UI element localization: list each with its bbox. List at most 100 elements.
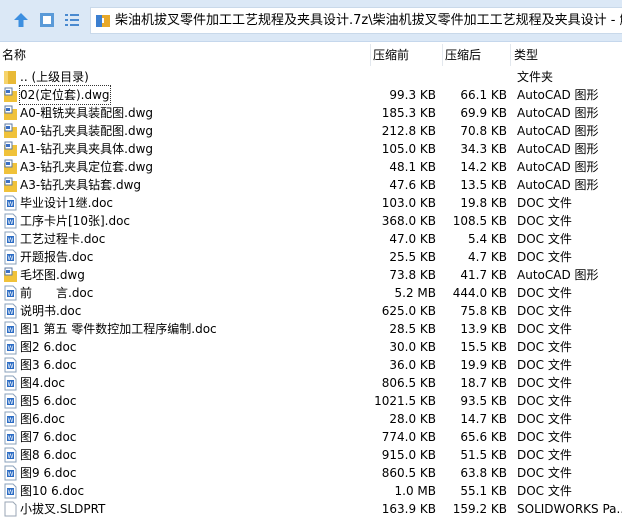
list-view-icon[interactable] [63, 11, 81, 29]
file-name: 图9 6.doc [20, 466, 77, 480]
file-name: 图10 6.doc [20, 484, 85, 498]
svg-text:W: W [8, 435, 14, 442]
file-row[interactable]: .. (上级目录) 文件夹 [0, 68, 622, 86]
address-bar[interactable]: 柴油机拔叉零件加工工艺规程及夹具设计.7z\柴油机拔叉零件加工工艺规程及夹具设计… [90, 7, 622, 34]
file-name: 图1 第五 零件数控加工程序编制.doc [20, 322, 217, 336]
file-name: 图6.doc [20, 412, 66, 426]
size-before: 25.5 KB [389, 250, 436, 264]
doc-icon: W [3, 321, 18, 337]
file-type: AutoCAD 图形 [517, 88, 599, 102]
file-row[interactable]: W 工序卡片[10张].doc 368.0 KB 108.5 KB DOC 文件 [0, 212, 622, 230]
size-after: 5.4 KB [468, 232, 507, 246]
file-icon [3, 501, 18, 517]
size-before: 860.5 KB [381, 466, 436, 480]
file-type: DOC 文件 [517, 430, 572, 444]
file-row[interactable]: W 图3 6.doc 36.0 KB 19.9 KB DOC 文件 [0, 356, 622, 374]
file-type: SOLIDWORKS Pa... [517, 502, 622, 516]
file-name: A0-粗铣夹具装配图.dwg [20, 106, 154, 120]
file-name: A0-钻孔夹具装配图.dwg [20, 124, 154, 138]
doc-icon: W [3, 285, 18, 301]
file-type: DOC 文件 [517, 232, 572, 246]
file-row[interactable]: A0-粗铣夹具装配图.dwg 185.3 KB 69.9 KB AutoCAD 图形 [0, 104, 622, 122]
file-name: 工序卡片[10张].doc [20, 214, 131, 228]
file-row[interactable]: W 图10 6.doc 1.0 MB 55.1 KB DOC 文件 [0, 482, 622, 500]
size-after: 4.7 KB [468, 250, 507, 264]
file-row[interactable]: W 开题报告.doc 25.5 KB 4.7 KB DOC 文件 [0, 248, 622, 266]
dwg-icon [3, 141, 18, 157]
file-row[interactable]: W 图1 第五 零件数控加工程序编制.doc 28.5 KB 13.9 KB DOC 文… [0, 320, 622, 338]
size-before: 105.0 KB [381, 142, 436, 156]
svg-text:W: W [8, 219, 14, 226]
svg-text:W: W [8, 363, 14, 370]
file-row[interactable]: 02(定位套).dwg 99.3 KB 66.1 KB AutoCAD 图形 [0, 85, 622, 105]
file-type: AutoCAD 图形 [517, 106, 599, 120]
file-name: 工艺过程卡.doc [20, 232, 106, 246]
size-after: 13.5 KB [460, 178, 507, 192]
file-name: 图5 6.doc [20, 394, 77, 408]
doc-icon: W [3, 465, 18, 481]
file-name: A1-钻孔夹具夹具体.dwg [20, 142, 154, 156]
file-name: 小拔叉.SLDPRT [20, 502, 106, 516]
file-row[interactable]: W 图8 6.doc 915.0 KB 51.5 KB DOC 文件 [0, 446, 622, 464]
file-row[interactable]: W 工艺过程卡.doc 47.0 KB 5.4 KB DOC 文件 [0, 230, 622, 248]
file-type: DOC 文件 [517, 358, 572, 372]
file-name: 开题报告.doc [20, 250, 94, 264]
up-arrow-icon[interactable] [12, 11, 30, 29]
view-icon[interactable] [38, 11, 56, 29]
svg-text:W: W [8, 345, 14, 352]
size-after: 15.5 KB [460, 340, 507, 354]
size-before: 5.2 MB [394, 286, 436, 300]
file-name: 图8 6.doc [20, 448, 77, 462]
file-row[interactable]: W 图5 6.doc 1021.5 KB 93.5 KB DOC 文件 [0, 392, 622, 410]
file-row[interactable]: W 图4.doc 806.5 KB 18.7 KB DOC 文件 [0, 374, 622, 392]
file-row[interactable]: W 图9 6.doc 860.5 KB 63.8 KB DOC 文件 [0, 464, 622, 482]
size-before: 48.1 KB [389, 160, 436, 174]
file-row[interactable]: A3-钻孔夹具定位套.dwg 48.1 KB 14.2 KB AutoCAD 图形 [0, 158, 622, 176]
file-row[interactable]: W 说明书.doc 625.0 KB 75.8 KB DOC 文件 [0, 302, 622, 320]
size-after: 34.3 KB [460, 142, 507, 156]
size-before: 774.0 KB [381, 430, 436, 444]
file-name: 前 言.doc [20, 286, 94, 300]
file-row[interactable]: A1-钻孔夹具夹具体.dwg 105.0 KB 34.3 KB AutoCAD 图形 [0, 140, 622, 158]
file-row[interactable]: W 前 言.doc 5.2 MB 444.0 KB DOC 文件 [0, 284, 622, 302]
file-type: DOC 文件 [517, 250, 572, 264]
file-type: DOC 文件 [517, 484, 572, 498]
file-row[interactable]: W 图6.doc 28.0 KB 14.7 KB DOC 文件 [0, 410, 622, 428]
doc-icon: W [3, 411, 18, 427]
doc-icon: W [3, 483, 18, 499]
size-before: 47.0 KB [389, 232, 436, 246]
file-row[interactable]: 毛坯图.dwg 73.8 KB 41.7 KB AutoCAD 图形 [0, 266, 622, 284]
svg-text:W: W [8, 327, 14, 334]
file-type: DOC 文件 [517, 394, 572, 408]
size-after: 69.9 KB [460, 106, 507, 120]
file-type: DOC 文件 [517, 286, 572, 300]
size-after: 63.8 KB [460, 466, 507, 480]
file-row[interactable]: W 毕业设计1继.doc 103.0 KB 19.8 KB DOC 文件 [0, 194, 622, 212]
file-type: DOC 文件 [517, 322, 572, 336]
file-name: A3-钻孔夹具定位套.dwg [20, 160, 154, 174]
doc-icon: W [3, 231, 18, 247]
doc-icon: W [3, 447, 18, 463]
file-type: DOC 文件 [517, 466, 572, 480]
size-before: 28.0 KB [389, 412, 436, 426]
svg-text:W: W [8, 309, 14, 316]
svg-text:W: W [8, 489, 14, 496]
file-row[interactable]: A3-钻孔夹具钻套.dwg 47.6 KB 13.5 KB AutoCAD 图形 [0, 176, 622, 194]
column-type[interactable]: 类型 [514, 44, 538, 66]
dwg-icon [3, 159, 18, 175]
file-type: DOC 文件 [517, 304, 572, 318]
size-before: 212.8 KB [381, 124, 436, 138]
file-row[interactable]: W 图7 6.doc 774.0 KB 65.6 KB DOC 文件 [0, 428, 622, 446]
size-before: 163.9 KB [381, 502, 436, 516]
file-type: AutoCAD 图形 [517, 142, 599, 156]
column-before[interactable]: 压缩前 [373, 44, 409, 66]
doc-icon: W [3, 357, 18, 373]
file-type: DOC 文件 [517, 376, 572, 390]
column-after[interactable]: 压缩后 [445, 44, 481, 66]
file-row[interactable]: W 图2 6.doc 30.0 KB 15.5 KB DOC 文件 [0, 338, 622, 356]
column-name[interactable]: 名称 [2, 44, 26, 66]
file-row[interactable]: 小拔叉.SLDPRT 163.9 KB 159.2 KB SOLIDWORKS Pa.… [0, 500, 622, 518]
file-name: 说明书.doc [20, 304, 82, 318]
file-row[interactable]: A0-钻孔夹具装配图.dwg 212.8 KB 70.8 KB AutoCAD 图形 [0, 122, 622, 140]
file-name: 02(定位套).dwg [19, 85, 111, 105]
